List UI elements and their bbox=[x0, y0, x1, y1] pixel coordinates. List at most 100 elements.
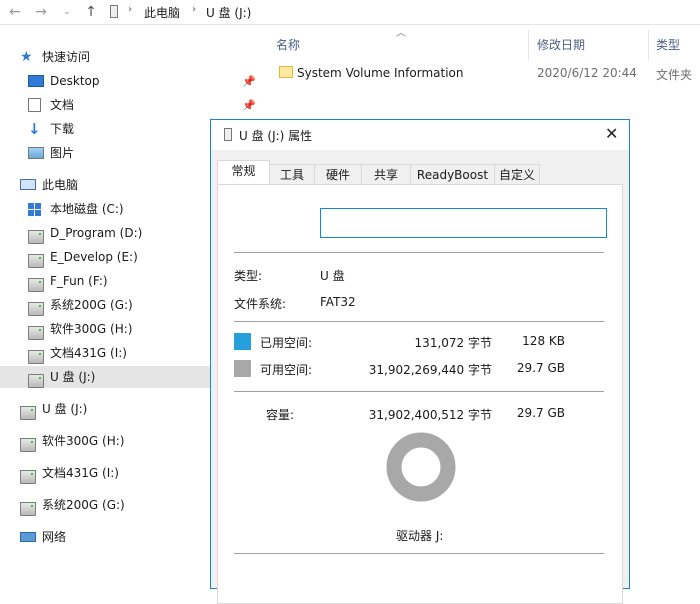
breadcrumb-separator: › bbox=[128, 4, 132, 15]
drive-icon bbox=[28, 254, 44, 268]
used-space-swatch bbox=[234, 333, 251, 350]
free-space-label: 可用空间: bbox=[260, 363, 313, 377]
nav-drive-label: 文档431G (I:) bbox=[42, 466, 119, 480]
nav-drive-label: D_Program (D:) bbox=[50, 226, 143, 240]
free-space-ring bbox=[386, 432, 456, 502]
documents-icon bbox=[28, 98, 41, 112]
divider bbox=[234, 321, 604, 322]
nav-quick-access-label: 快速访问 bbox=[42, 50, 91, 64]
drive-icon bbox=[28, 350, 44, 364]
free-space-swatch bbox=[234, 360, 251, 377]
nav-item-desktop[interactable]: Desktop bbox=[28, 70, 260, 92]
tab-readyboost[interactable]: ReadyBoost bbox=[410, 164, 495, 184]
used-space-size: 128 KB bbox=[522, 334, 565, 348]
nav-item-documents[interactable]: 文档 bbox=[28, 94, 260, 116]
usb-drive-icon bbox=[224, 128, 232, 141]
nav-quick-access[interactable]: ★ 快速访问 bbox=[20, 46, 260, 68]
nav-root-drive-i[interactable]: 文档431G (I:) bbox=[20, 462, 210, 484]
recent-locations-icon[interactable]: ⌄ bbox=[58, 3, 76, 21]
usb-drive-icon bbox=[20, 406, 36, 420]
close-icon[interactable]: ✕ bbox=[605, 124, 618, 143]
drive-icon bbox=[20, 438, 36, 452]
file-name: System Volume Information bbox=[297, 66, 464, 80]
desktop-icon bbox=[28, 75, 44, 87]
drive-icon bbox=[28, 302, 44, 316]
nav-root-drive-g[interactable]: 系统200G (G:) bbox=[20, 494, 210, 516]
free-space-bytes: 31,902,269,440 字节 bbox=[368, 363, 492, 377]
general-tab-panel: 类型: U 盘 文件系统: FAT32 已用空间: 131,072 字节 128… bbox=[217, 184, 623, 604]
tab-hardware[interactable]: 硬件 bbox=[314, 164, 362, 184]
pin-icon[interactable]: 📌 bbox=[242, 99, 256, 112]
disk-usage-donut bbox=[386, 432, 456, 502]
nav-network[interactable]: 网络 bbox=[20, 526, 210, 548]
drive-letter-label: 驱动器 J: bbox=[396, 529, 444, 543]
usb-drive-icon bbox=[110, 5, 118, 18]
nav-drive-label: 系统200G (G:) bbox=[42, 498, 125, 512]
capacity-label: 容量: bbox=[266, 408, 295, 422]
windows-drive-icon bbox=[28, 203, 44, 217]
file-system-label: 文件系统: bbox=[234, 297, 287, 311]
file-type: 文件夹 bbox=[656, 68, 693, 82]
column-header-name[interactable]: 名称 bbox=[276, 36, 300, 53]
divider bbox=[234, 391, 604, 392]
folder-icon bbox=[279, 66, 293, 78]
nav-drive-label: 软件300G (H:) bbox=[42, 434, 125, 448]
dialog-title-bar[interactable]: U 盘 (J:) 属性 ✕ bbox=[211, 120, 629, 150]
nav-item-label: 下载 bbox=[50, 122, 75, 136]
breadcrumb-usb-drive[interactable]: U 盘 (J:) bbox=[206, 4, 251, 21]
up-icon[interactable]: ↑ bbox=[82, 3, 100, 21]
nav-drive-label: 文档431G (I:) bbox=[50, 346, 127, 360]
nav-root-drive-h[interactable]: 软件300G (H:) bbox=[20, 430, 210, 452]
breadcrumb-this-pc[interactable]: 此电脑 bbox=[144, 4, 180, 21]
tab-sharing[interactable]: 共享 bbox=[361, 164, 411, 184]
divider bbox=[234, 553, 604, 554]
column-divider[interactable] bbox=[528, 30, 529, 60]
nav-drive-label: 本地磁盘 (C:) bbox=[50, 202, 124, 216]
pin-icon[interactable]: 📌 bbox=[242, 75, 256, 88]
column-divider[interactable] bbox=[648, 30, 649, 60]
nav-network-label: 网络 bbox=[42, 530, 67, 544]
file-system-value: FAT32 bbox=[320, 295, 356, 309]
type-value: U 盘 bbox=[320, 269, 345, 283]
divider bbox=[234, 252, 604, 253]
star-icon: ★ bbox=[20, 49, 33, 65]
pictures-icon bbox=[28, 147, 44, 159]
tab-general[interactable]: 常规 bbox=[217, 160, 270, 185]
sort-ascending-icon: ︿ bbox=[396, 28, 406, 39]
nav-drive-label: U 盘 (J:) bbox=[50, 370, 96, 384]
volume-label-input[interactable] bbox=[320, 208, 607, 238]
back-icon[interactable]: ← bbox=[6, 3, 24, 21]
nav-drive-j[interactable]: U 盘 (J:) bbox=[0, 366, 210, 388]
column-header-modified[interactable]: 修改日期 bbox=[537, 36, 585, 53]
usb-drive-icon bbox=[28, 374, 44, 388]
forward-icon[interactable]: → bbox=[32, 3, 50, 21]
drive-icon bbox=[28, 278, 44, 292]
dialog-title: U 盘 (J:) 属性 bbox=[239, 129, 313, 143]
nav-item-label: 图片 bbox=[50, 146, 75, 160]
nav-item-label: 文档 bbox=[50, 98, 75, 112]
nav-root-drive-j[interactable]: U 盘 (J:) bbox=[20, 398, 210, 420]
nav-drive-label: F_Fun (F:) bbox=[50, 274, 108, 288]
drive-icon bbox=[28, 326, 44, 340]
drive-icon bbox=[28, 230, 44, 244]
download-icon: ↓ bbox=[28, 120, 41, 138]
nav-drive-label: 软件300G (H:) bbox=[50, 322, 133, 336]
network-icon bbox=[20, 532, 36, 542]
drive-icon bbox=[20, 470, 36, 484]
column-header-type[interactable]: 类型 bbox=[656, 36, 680, 53]
nav-this-pc-label: 此电脑 bbox=[42, 178, 79, 192]
tab-tools[interactable]: 工具 bbox=[269, 164, 315, 184]
used-space-bytes: 131,072 字节 bbox=[414, 336, 492, 350]
free-space-size: 29.7 GB bbox=[516, 361, 565, 375]
breadcrumb-separator: › bbox=[192, 4, 196, 15]
nav-drive-label: E_Develop (E:) bbox=[50, 250, 138, 264]
address-bar: ← → ⌄ ↑ › 此电脑 › U 盘 (J:) bbox=[0, 0, 700, 25]
file-row[interactable]: System Volume Information 2020/6/12 20:4… bbox=[270, 62, 700, 84]
drive-icon bbox=[20, 502, 36, 516]
nav-item-label: Desktop bbox=[50, 74, 100, 88]
nav-drive-label: U 盘 (J:) bbox=[42, 402, 88, 416]
properties-dialog: U 盘 (J:) 属性 ✕ 常规 工具 硬件 共享 ReadyBoost 自定义… bbox=[210, 119, 630, 604]
tab-customize[interactable]: 自定义 bbox=[494, 164, 540, 184]
capacity-size: 29.7 GB bbox=[516, 406, 565, 420]
capacity-bytes: 31,902,400,512 字节 bbox=[368, 408, 492, 422]
